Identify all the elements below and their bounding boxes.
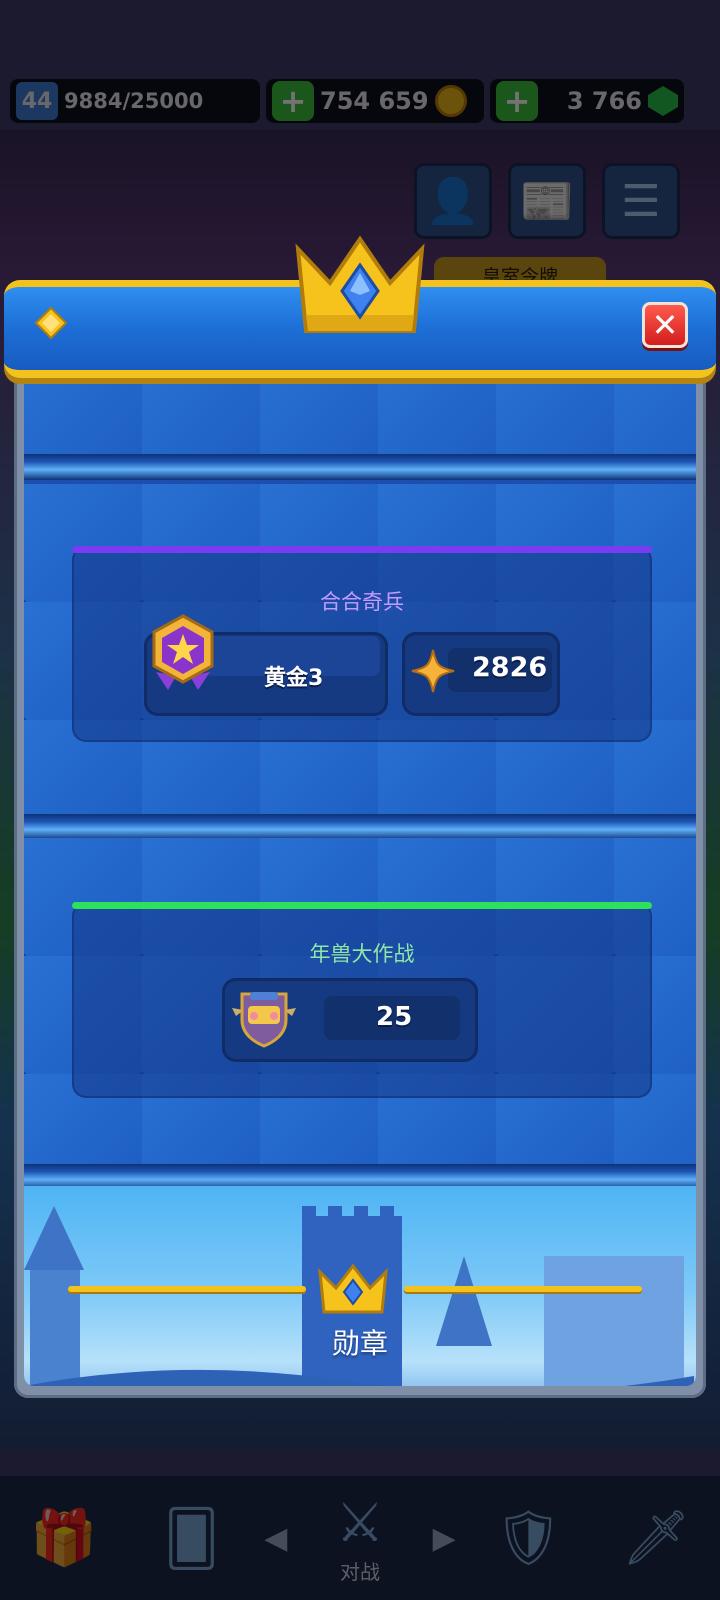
- modal-content[interactable]: 合合奇兵 黄金3 2826 年兽大作战 25 勋章: [24, 360, 696, 1386]
- crossed-swords-icon: ⚔: [335, 1491, 385, 1554]
- nav-cards[interactable]: 🂠: [137, 1483, 247, 1593]
- close-button[interactable]: ✕: [642, 302, 688, 348]
- banner-line-right: [404, 1286, 642, 1292]
- banner-label: 勋章: [331, 1327, 388, 1360]
- star-medal-icon: [152, 614, 214, 690]
- gem-pill[interactable]: + 3 766: [490, 79, 684, 123]
- section-accent-bar: [72, 902, 652, 909]
- news-button[interactable]: 📰: [508, 163, 586, 239]
- close-icon: ✕: [651, 306, 679, 344]
- panel-section-2: 年兽大作战 25: [24, 838, 696, 1164]
- clan-shield-icon: 🛡: [494, 1506, 563, 1569]
- panel-section-1: 合合奇兵 黄金3 2826: [24, 484, 696, 814]
- bottom-navigation: 🎁 🂠 ◀ ⚔ 对战 ▶ 🛡 🗡: [0, 1476, 720, 1600]
- menu-button[interactable]: ☰: [602, 163, 680, 239]
- nav-shop[interactable]: 🎁: [9, 1483, 119, 1593]
- diamond-gem-icon: [34, 306, 68, 340]
- gem-icon: [648, 86, 678, 116]
- nav-battle-label: 对战: [339, 1560, 380, 1584]
- trophy-value: 2826: [472, 652, 548, 683]
- xp-value: 9884/25000: [64, 89, 204, 113]
- chevron-left-icon[interactable]: ◀: [264, 1521, 287, 1556]
- nav-events[interactable]: 🗡: [601, 1483, 711, 1593]
- badges-banner: 勋章: [24, 1186, 696, 1386]
- section-accent-bar: [72, 546, 652, 553]
- panel-divider: [24, 814, 696, 840]
- coin-icon: [434, 85, 467, 117]
- section-card-1: 合合奇兵 黄金3 2826: [72, 546, 652, 742]
- chest-icon: 🎁: [30, 1506, 98, 1569]
- gold-pill[interactable]: + 754 659: [266, 79, 484, 123]
- section-card-2: 年兽大作战 25: [72, 902, 652, 1098]
- section-title: 年兽大作战: [309, 942, 415, 966]
- level-badge: 44: [16, 82, 58, 120]
- crown-icon: [295, 235, 425, 333]
- crown-icon: [318, 1263, 388, 1314]
- friends-button[interactable]: 👤: [414, 163, 492, 239]
- newspaper-icon: 📰: [519, 176, 575, 227]
- score-value: 25: [376, 1002, 413, 1032]
- cards-icon: 🂠: [163, 1506, 220, 1570]
- gems-value: 3 766: [566, 87, 642, 115]
- nav-battle[interactable]: ⚔ 对战: [305, 1483, 415, 1593]
- nav-clan[interactable]: 🛡: [473, 1483, 583, 1593]
- hamburger-menu-icon: ☰: [621, 175, 661, 227]
- gold-value: 754 659: [320, 87, 429, 115]
- add-gold-button[interactable]: +: [272, 81, 314, 121]
- panel-divider: [24, 454, 696, 480]
- add-gems-button[interactable]: +: [496, 81, 538, 121]
- level-value: 44: [21, 88, 53, 114]
- laurel-sword-icon: 🗡: [621, 1506, 691, 1569]
- four-point-star-icon: [411, 649, 455, 693]
- shield-badge-icon: [232, 992, 296, 1048]
- level-pill[interactable]: 44 9884/25000: [10, 79, 260, 123]
- rank-value: 黄金3: [264, 666, 324, 691]
- person-icon: 👤: [425, 176, 481, 227]
- badges-modal: 合合奇兵 黄金3 2826 年兽大作战 25 勋章: [14, 300, 706, 1398]
- banner-line-left: [68, 1286, 306, 1292]
- chevron-right-icon[interactable]: ▶: [433, 1521, 456, 1556]
- resource-bar: 44 9884/25000 + 754 659 + 3 766: [0, 70, 720, 132]
